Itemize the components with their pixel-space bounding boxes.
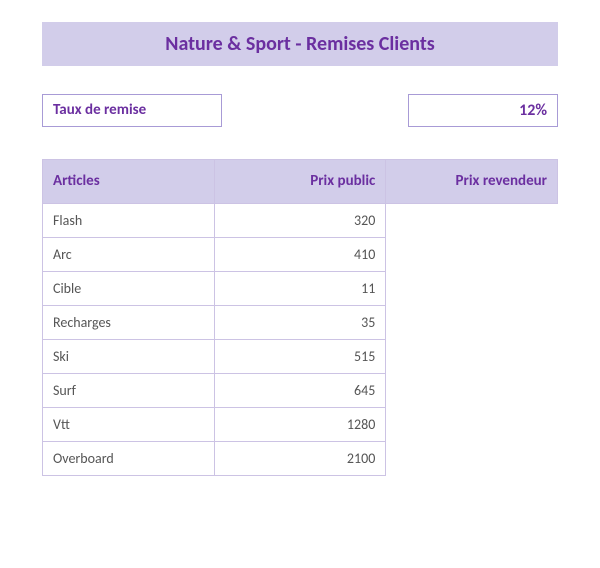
cell-public-price: 1280 xyxy=(214,407,386,441)
cell-article: Vtt xyxy=(43,407,215,441)
cell-article: Surf xyxy=(43,373,215,407)
header-public: Prix public xyxy=(214,160,386,204)
cell-public-price: 320 xyxy=(214,203,386,237)
cell-public-price: 410 xyxy=(214,237,386,271)
cell-article: Cible xyxy=(43,271,215,305)
table-row: Cible11 xyxy=(43,271,558,305)
table-row: Recharges35 xyxy=(43,305,558,339)
cell-reseller-price xyxy=(386,271,558,305)
cell-public-price: 645 xyxy=(214,373,386,407)
table-row: Flash320 xyxy=(43,203,558,237)
cell-public-price: 35 xyxy=(214,305,386,339)
cell-reseller-price xyxy=(386,237,558,271)
table-row: Arc410 xyxy=(43,237,558,271)
cell-reseller-price xyxy=(386,407,558,441)
cell-reseller-price xyxy=(386,203,558,237)
table-row: Vtt1280 xyxy=(43,407,558,441)
discount-rate-value: 12% xyxy=(408,94,558,127)
cell-article: Overboard xyxy=(43,441,215,475)
table-row: Surf645 xyxy=(43,373,558,407)
cell-public-price: 11 xyxy=(214,271,386,305)
discount-rate-row: Taux de remise 12% xyxy=(42,94,558,127)
table-row: Overboard2100 xyxy=(43,441,558,475)
cell-article: Recharges xyxy=(43,305,215,339)
cell-reseller-price xyxy=(386,441,558,475)
price-table: Articles Prix public Prix revendeur Flas… xyxy=(42,159,558,476)
header-reseller: Prix revendeur xyxy=(386,160,558,204)
cell-article: Ski xyxy=(43,339,215,373)
cell-reseller-price xyxy=(386,339,558,373)
discount-rate-label: Taux de remise xyxy=(42,94,222,127)
cell-reseller-price xyxy=(386,373,558,407)
cell-reseller-price xyxy=(386,305,558,339)
page-title: Nature & Sport - Remises Clients xyxy=(165,32,434,56)
cell-public-price: 515 xyxy=(214,339,386,373)
cell-article: Arc xyxy=(43,237,215,271)
page-title-bar: Nature & Sport - Remises Clients xyxy=(42,22,558,66)
cell-public-price: 2100 xyxy=(214,441,386,475)
cell-article: Flash xyxy=(43,203,215,237)
table-row: Ski515 xyxy=(43,339,558,373)
header-article: Articles xyxy=(43,160,215,204)
